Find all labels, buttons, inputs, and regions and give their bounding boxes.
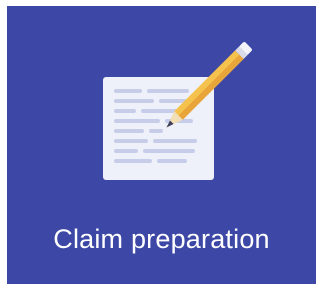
tile-label: Claim preparation bbox=[53, 224, 270, 254]
claim-preparation-tile[interactable]: Claim preparation bbox=[7, 6, 316, 284]
document-edit-icon bbox=[95, 41, 255, 191]
